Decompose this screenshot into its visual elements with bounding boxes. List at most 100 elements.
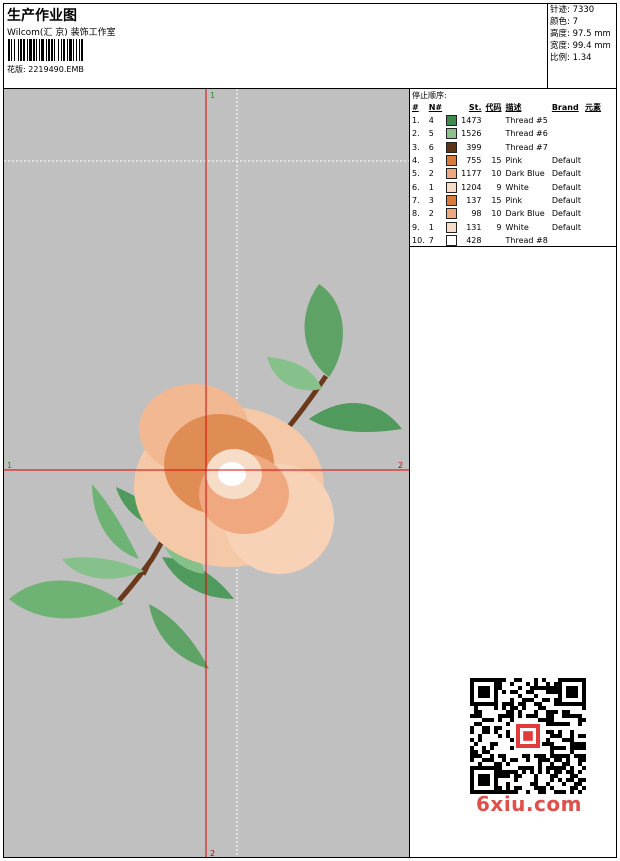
row-code: 10: [491, 169, 502, 179]
thread-swatch-icon: [446, 181, 458, 193]
row-index: 9.: [412, 222, 420, 232]
row-code: [484, 141, 504, 154]
row-description: Pink: [505, 156, 523, 166]
design-file-name: 花版: 2219490.EMB: [7, 65, 84, 74]
thread-swatch-icon: [446, 194, 458, 206]
row-index: 7.: [412, 195, 420, 205]
col-brand: Brand: [551, 103, 579, 112]
table-row: 1. 4 1473 Thread #5: [410, 114, 603, 127]
row-brand: Default: [551, 182, 582, 192]
row-element: [583, 167, 603, 180]
row-element: [583, 127, 603, 140]
page-title: 生产作业图: [7, 8, 77, 24]
sequence-title: 停止顺序:: [412, 91, 447, 100]
col-needle: N#: [428, 103, 443, 112]
row-index: 6.: [412, 182, 420, 192]
row-code: [484, 234, 504, 247]
row-description: White: [505, 182, 529, 192]
row-stitches: 137: [466, 195, 482, 205]
row-code: 9: [496, 222, 502, 232]
row-element: [583, 220, 603, 233]
thread-swatch-icon: [446, 234, 458, 246]
leaf-upper-right: [309, 402, 402, 432]
row-index: 4.: [412, 156, 420, 166]
col-swatch: [444, 101, 459, 114]
table-row: 9. 1 131 9 White Default: [410, 220, 603, 233]
row-description: Dark Blue: [505, 209, 545, 219]
design-preview: 1 2 1 2: [3, 88, 410, 858]
guide-label-top: 1: [210, 91, 215, 100]
row-stitches: 1473: [461, 116, 482, 126]
guide-label-right: 2: [398, 461, 403, 470]
leaf-lower-3: [62, 557, 144, 579]
row-brand: Default: [551, 195, 582, 205]
row-stitches: 1177: [461, 169, 482, 179]
row-brand: [550, 127, 583, 140]
row-element: [583, 234, 603, 247]
stat-height: 高度: 97.5 mm: [550, 29, 611, 39]
table-row: 2. 5 1526 Thread #6: [410, 127, 603, 140]
flower: [134, 384, 334, 574]
row-needle: 3: [428, 156, 434, 166]
row-needle: 2: [428, 169, 434, 179]
row-brand: [550, 141, 583, 154]
row-brand: Default: [551, 209, 582, 219]
table-row: 7. 3 137 15 Pink Default: [410, 194, 603, 207]
studio-name: Wilcom(汇 京) 装饰工作室: [7, 28, 116, 38]
color-swatch-icon: [444, 194, 459, 207]
color-swatch-icon: [444, 180, 459, 193]
row-description: Thread #6: [505, 129, 548, 139]
row-code: 9: [496, 182, 502, 192]
guide-label-left: 1: [7, 461, 12, 470]
stat-stitches: 针迹: 7330: [550, 5, 595, 15]
color-swatch-icon: [444, 220, 459, 233]
site-watermark: 6xiu.com: [476, 792, 582, 816]
row-index: 5.: [412, 169, 420, 179]
row-stitches: 428: [466, 235, 482, 245]
row-brand: Default: [551, 222, 582, 232]
table-row: 5. 2 1177 10 Dark Blue Default: [410, 167, 603, 180]
table-header-row: # N# St. 代码 描述 Brand 元素: [410, 101, 603, 114]
color-swatch-icon: [444, 234, 459, 247]
row-needle: 1: [428, 182, 434, 192]
row-stitches: 1526: [461, 129, 482, 139]
stat-width: 宽度: 99.4 mm: [550, 41, 611, 51]
header-panel: 生产作业图 Wilcom(汇 京) 装饰工作室 花版: 2219490.EMB …: [3, 3, 617, 89]
table-body: 1. 4 1473 Thread #5 2. 5 1526 Thread #6 3. 6 399 Th…: [410, 114, 603, 247]
embroidery-canvas: 1 2 1 2: [4, 89, 409, 857]
table-row: 10. 7 428 Thread #8: [410, 234, 603, 247]
row-element: [583, 141, 603, 154]
row-stitches: 1204: [461, 182, 482, 192]
row-description: Pink: [505, 195, 523, 205]
table-row: 6. 1 1204 9 White Default: [410, 180, 603, 193]
thread-swatch-icon: [446, 128, 458, 140]
col-description: 描述: [505, 103, 522, 112]
row-brand: [550, 234, 583, 247]
thread-swatch-icon: [446, 115, 458, 127]
col-code: 代码: [485, 103, 502, 112]
row-description: Dark Blue: [505, 169, 545, 179]
row-needle: 1: [428, 222, 434, 232]
row-needle: 3: [428, 195, 434, 205]
col-element: 元素: [585, 103, 602, 112]
design-stats: 针迹: 7330 颜色: 7 高度: 97.5 mm 宽度: 99.4 mm 比…: [547, 4, 618, 88]
table-row: 8. 2 98 10 Dark Blue Default: [410, 207, 603, 220]
row-needle: 6: [428, 142, 434, 152]
row-stitches: 399: [466, 142, 482, 152]
leaf-upper-top: [304, 284, 343, 377]
row-stitches: 131: [466, 222, 482, 232]
row-code: 15: [491, 156, 502, 166]
leaf-lower-4: [9, 580, 124, 619]
row-code: [484, 127, 504, 140]
thread-swatch-icon: [446, 208, 458, 220]
color-swatch-icon: [444, 154, 459, 167]
row-description: Thread #8: [505, 235, 548, 245]
row-index: 2.: [412, 129, 420, 139]
row-index: 8.: [412, 209, 420, 219]
row-index: 3.: [412, 142, 420, 152]
color-swatch-icon: [444, 167, 459, 180]
row-needle: 7: [428, 235, 434, 245]
color-swatch-icon: [444, 141, 459, 154]
row-element: [583, 207, 603, 220]
col-index: #: [412, 103, 419, 112]
